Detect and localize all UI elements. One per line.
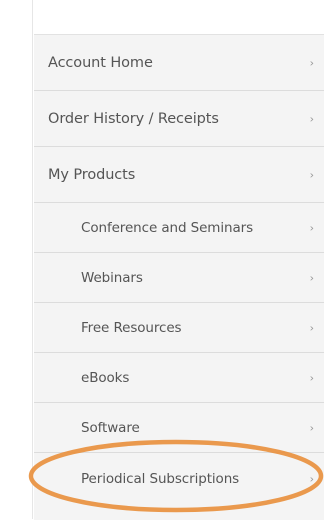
sidebar-left-border — [32, 0, 33, 519]
chevron-right-icon: › — [309, 421, 314, 434]
sidebar-item-label: My Products — [48, 166, 136, 183]
sidebar-item-ebooks[interactable]: eBooks › — [34, 353, 324, 403]
sidebar-item-label: Free Resources — [81, 319, 182, 336]
chevron-right-icon: › — [309, 321, 314, 334]
chevron-right-icon: › — [309, 472, 314, 486]
sidebar-item-conference-seminars[interactable]: Conference and Seminars › — [34, 203, 324, 253]
chevron-right-icon: › — [309, 271, 314, 284]
account-sidebar-menu: Account Home › Order History / Receipts … — [34, 34, 324, 520]
sidebar-item-periodical-subscriptions[interactable]: Periodical Subscriptions › — [34, 453, 324, 505]
sidebar-item-free-resources[interactable]: Free Resources › — [34, 303, 324, 353]
sidebar-item-software[interactable]: Software › — [34, 403, 324, 453]
sidebar-item-label: eBooks — [81, 369, 130, 386]
sidebar-item-label: Conference and Seminars — [81, 219, 254, 236]
chevron-right-icon: › — [309, 112, 314, 125]
sidebar-item-order-history[interactable]: Order History / Receipts › — [34, 91, 324, 147]
chevron-right-icon: › — [309, 221, 314, 234]
chevron-right-icon: › — [309, 56, 314, 69]
chevron-right-icon: › — [309, 168, 314, 181]
sidebar-item-label: Periodical Subscriptions — [81, 471, 240, 487]
sidebar-item-account-home[interactable]: Account Home › — [34, 35, 324, 91]
chevron-right-icon: › — [309, 371, 314, 384]
sidebar-item-webinars[interactable]: Webinars › — [34, 253, 324, 303]
sidebar-item-my-products[interactable]: My Products › — [34, 147, 324, 203]
sidebar-item-label: Account Home — [48, 54, 153, 71]
sidebar-item-label: Software — [81, 419, 140, 436]
sidebar-item-label: Webinars — [81, 269, 143, 286]
sidebar-item-label: Order History / Receipts — [48, 110, 219, 127]
